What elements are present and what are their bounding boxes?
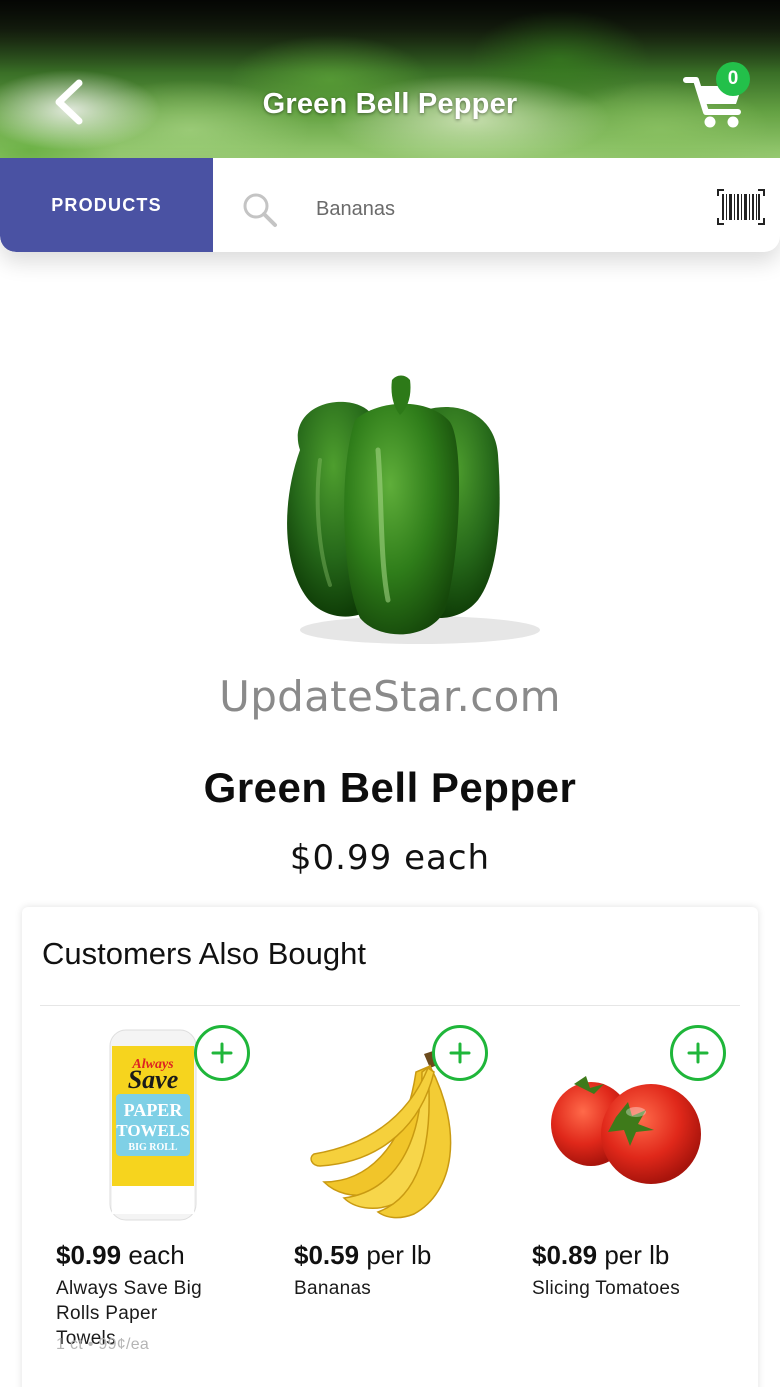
chevron-left-icon [55,79,83,125]
list-item[interactable]: $0.89 per lb Slicing Tomatoes [476,1022,726,1382]
search-icon [243,193,277,227]
back-button[interactable] [44,76,92,128]
header-banner [0,0,780,160]
page-title: Green Bell Pepper [262,88,518,120]
search-input[interactable] [298,186,678,232]
tomatoes-image [551,1076,701,1184]
item-name-line: Always Save Big [56,1278,203,1299]
svg-text:PAPER: PAPER [124,1100,184,1120]
plus-icon [687,1042,709,1064]
cart-count-badge: 0 [716,62,750,96]
product-name: Green Bell Pepper [203,764,577,811]
svg-text:TOWELS: TOWELS [116,1121,189,1140]
item-price: $0.89 per lb [532,1240,669,1271]
item-name: Slicing Tomatoes [532,1278,681,1299]
list-item[interactable]: $0.59 per lb Bananas [238,1022,488,1382]
green-bell-pepper-image [287,375,540,644]
barcode-icon[interactable] [716,188,766,226]
item-price-amount: $0.89 [532,1240,598,1270]
plus-icon [211,1042,233,1064]
item-price: $0.59 per lb [294,1240,431,1271]
svg-text:BIG ROLL: BIG ROLL [128,1142,178,1153]
item-price-unit: each [128,1240,185,1270]
watermark-text: UpdateStar.com [219,672,561,721]
list-item[interactable]: Always Save PAPER TOWELS BIG ROLL $0.99 … [0,1022,250,1382]
item-price: $0.99 each [56,1240,185,1271]
svg-text:Save: Save [128,1065,179,1094]
divider [40,1005,740,1006]
item-price-amount: $0.59 [294,1240,360,1270]
products-tab[interactable]: PRODUCTS [0,158,213,252]
item-price-amount: $0.99 [56,1240,122,1270]
item-meta: 1 ct • 99¢/ea [56,1336,150,1353]
item-price-unit: per lb [604,1240,670,1270]
header-shade [0,0,780,160]
product-price: $0.99 each [289,838,491,878]
plus-icon [449,1042,471,1064]
item-price-unit: per lb [366,1240,432,1270]
item-name: Bananas [294,1278,372,1299]
add-to-cart-button[interactable] [670,1025,726,1081]
also-bought-title: Customers Also Bought [42,936,366,971]
